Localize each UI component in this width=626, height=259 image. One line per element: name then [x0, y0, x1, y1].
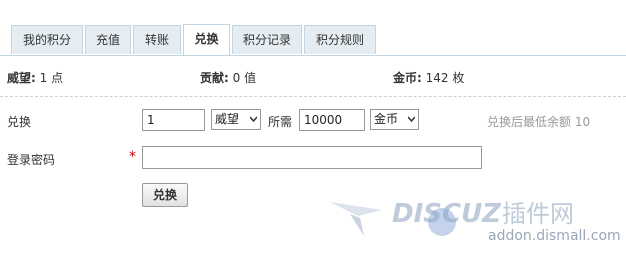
- stat-contribution: 贡献: 0 值: [200, 69, 256, 86]
- chevron-down-icon: [408, 116, 415, 123]
- required-mark: *: [129, 149, 136, 165]
- min-balance-hint: 兑换后最低余额 10: [487, 115, 591, 129]
- stat-contribution-value: 0 值: [232, 71, 257, 85]
- from-unit-select[interactable]: 威望: [211, 109, 261, 130]
- stat-prestige-value: 1 点: [39, 71, 64, 85]
- credit-stats: 威望: 1 点 贡献: 0 值 金币: 142 枚: [0, 56, 626, 97]
- from-unit-value: 威望: [215, 112, 240, 126]
- to-unit-value: 金币: [374, 112, 399, 126]
- stat-prestige: 威望: 1 点: [7, 69, 63, 86]
- exchange-submit-button[interactable]: 兑换: [142, 183, 188, 207]
- tab-recharge[interactable]: 充值: [85, 25, 131, 54]
- password-label: 登录密码: [7, 153, 56, 167]
- exchange-label: 兑换: [7, 115, 32, 129]
- stat-contribution-label: 贡献:: [200, 71, 229, 85]
- needs-label: 所需: [268, 115, 293, 129]
- to-unit-select[interactable]: 金币: [370, 109, 419, 130]
- tab-bar: 我的积分 充值 转账 兑换 积分记录 积分规则: [0, 0, 626, 56]
- tab-credit-log[interactable]: 积分记录: [232, 25, 302, 54]
- stat-prestige-label: 威望:: [7, 71, 36, 85]
- stat-coins-label: 金币:: [393, 71, 422, 85]
- needs-amount-input[interactable]: [299, 109, 365, 131]
- tab-exchange[interactable]: 兑换: [183, 24, 230, 55]
- password-field[interactable]: [142, 146, 482, 169]
- chevron-down-icon: [250, 116, 257, 123]
- tab-my-credits[interactable]: 我的积分: [11, 25, 83, 54]
- stat-coins-value: 142 枚: [425, 71, 465, 85]
- tab-transfer[interactable]: 转账: [133, 25, 181, 54]
- exchange-amount-input[interactable]: [142, 109, 205, 131]
- tab-credit-rules[interactable]: 积分规则: [304, 25, 376, 54]
- watermark-url: addon.dismall.com: [488, 228, 621, 244]
- stat-coins: 金币: 142 枚: [393, 69, 464, 86]
- svg-text:插件网: 插件网: [502, 200, 574, 228]
